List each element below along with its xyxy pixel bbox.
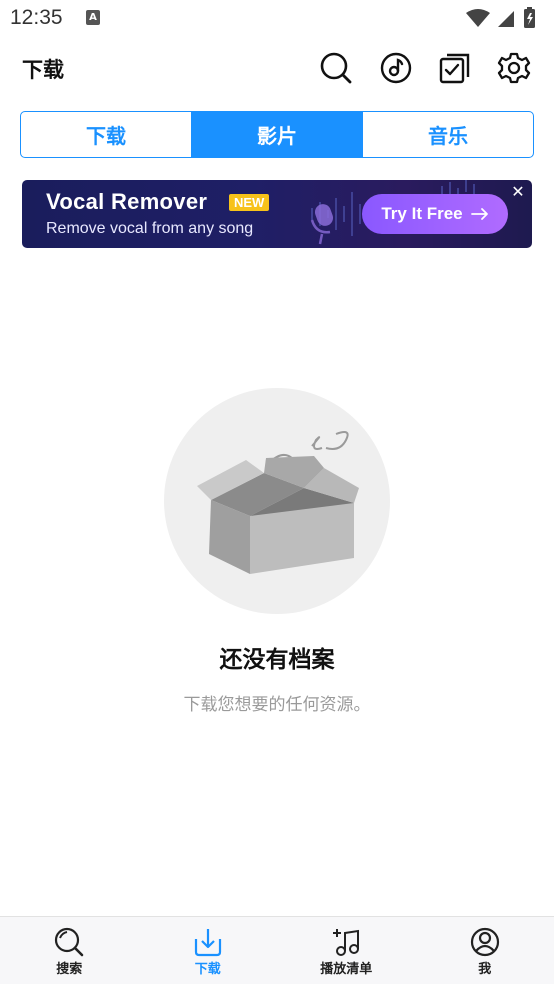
multi-select-icon bbox=[439, 53, 470, 84]
profile-icon bbox=[470, 927, 499, 957]
nav-download[interactable]: 下载 bbox=[139, 917, 278, 984]
nav-search-label: 搜索 bbox=[56, 962, 83, 977]
signal-icon bbox=[498, 11, 514, 27]
gear-icon bbox=[497, 52, 531, 84]
search-icon bbox=[55, 927, 84, 957]
nav-playlist[interactable]: 播放清单 bbox=[277, 917, 416, 984]
status-icons bbox=[466, 7, 535, 28]
close-icon[interactable]: ✕ bbox=[510, 184, 526, 200]
banner-subtitle: Remove vocal from any song bbox=[46, 220, 254, 237]
microphone-icon bbox=[310, 204, 334, 245]
empty-illustration bbox=[164, 388, 390, 614]
search-button[interactable] bbox=[318, 50, 354, 86]
promo-banner[interactable]: Vocal Remover NEW Remove vocal from any … bbox=[22, 180, 532, 248]
tab-download[interactable]: 下载 bbox=[21, 112, 191, 157]
try-free-label: Try It Free bbox=[381, 204, 463, 223]
notification-icon: A bbox=[86, 10, 100, 25]
nav-download-label: 下载 bbox=[194, 962, 221, 977]
app-bar: 下载 bbox=[0, 36, 554, 100]
nav-playlist-label: 播放清单 bbox=[320, 962, 373, 977]
settings-button[interactable] bbox=[496, 50, 532, 86]
tab-music[interactable]: 音乐 bbox=[362, 112, 533, 157]
empty-state-subtitle: 下载您想要的任何资源。 bbox=[183, 695, 371, 715]
download-icon bbox=[194, 929, 221, 957]
wifi-icon bbox=[466, 9, 490, 27]
playlist-icon bbox=[333, 929, 360, 956]
open-box-icon bbox=[197, 431, 359, 574]
banner-title: Vocal Remover bbox=[46, 189, 208, 214]
status-bar: 12:35 A bbox=[0, 0, 554, 36]
bottom-nav: 搜索 下载 播放清单 我 bbox=[0, 916, 554, 984]
nav-profile-label: 我 bbox=[478, 962, 492, 977]
nav-profile[interactable]: 我 bbox=[416, 917, 554, 984]
music-disc-button[interactable] bbox=[378, 50, 414, 86]
search-icon bbox=[320, 52, 352, 84]
page-title: 下载 bbox=[22, 58, 64, 82]
try-free-button[interactable]: Try It Free bbox=[362, 194, 508, 234]
select-button[interactable] bbox=[437, 50, 473, 86]
status-time: 12:35 bbox=[10, 6, 63, 29]
nav-search[interactable]: 搜索 bbox=[0, 917, 139, 984]
new-badge: NEW bbox=[229, 194, 270, 211]
tab-videos[interactable]: 影片 bbox=[191, 112, 362, 157]
empty-state-title: 还没有档案 bbox=[219, 647, 335, 673]
music-disc-icon bbox=[380, 52, 412, 84]
arrow-right-icon bbox=[470, 208, 488, 220]
tab-bar: 下载 影片 音乐 bbox=[20, 111, 534, 158]
